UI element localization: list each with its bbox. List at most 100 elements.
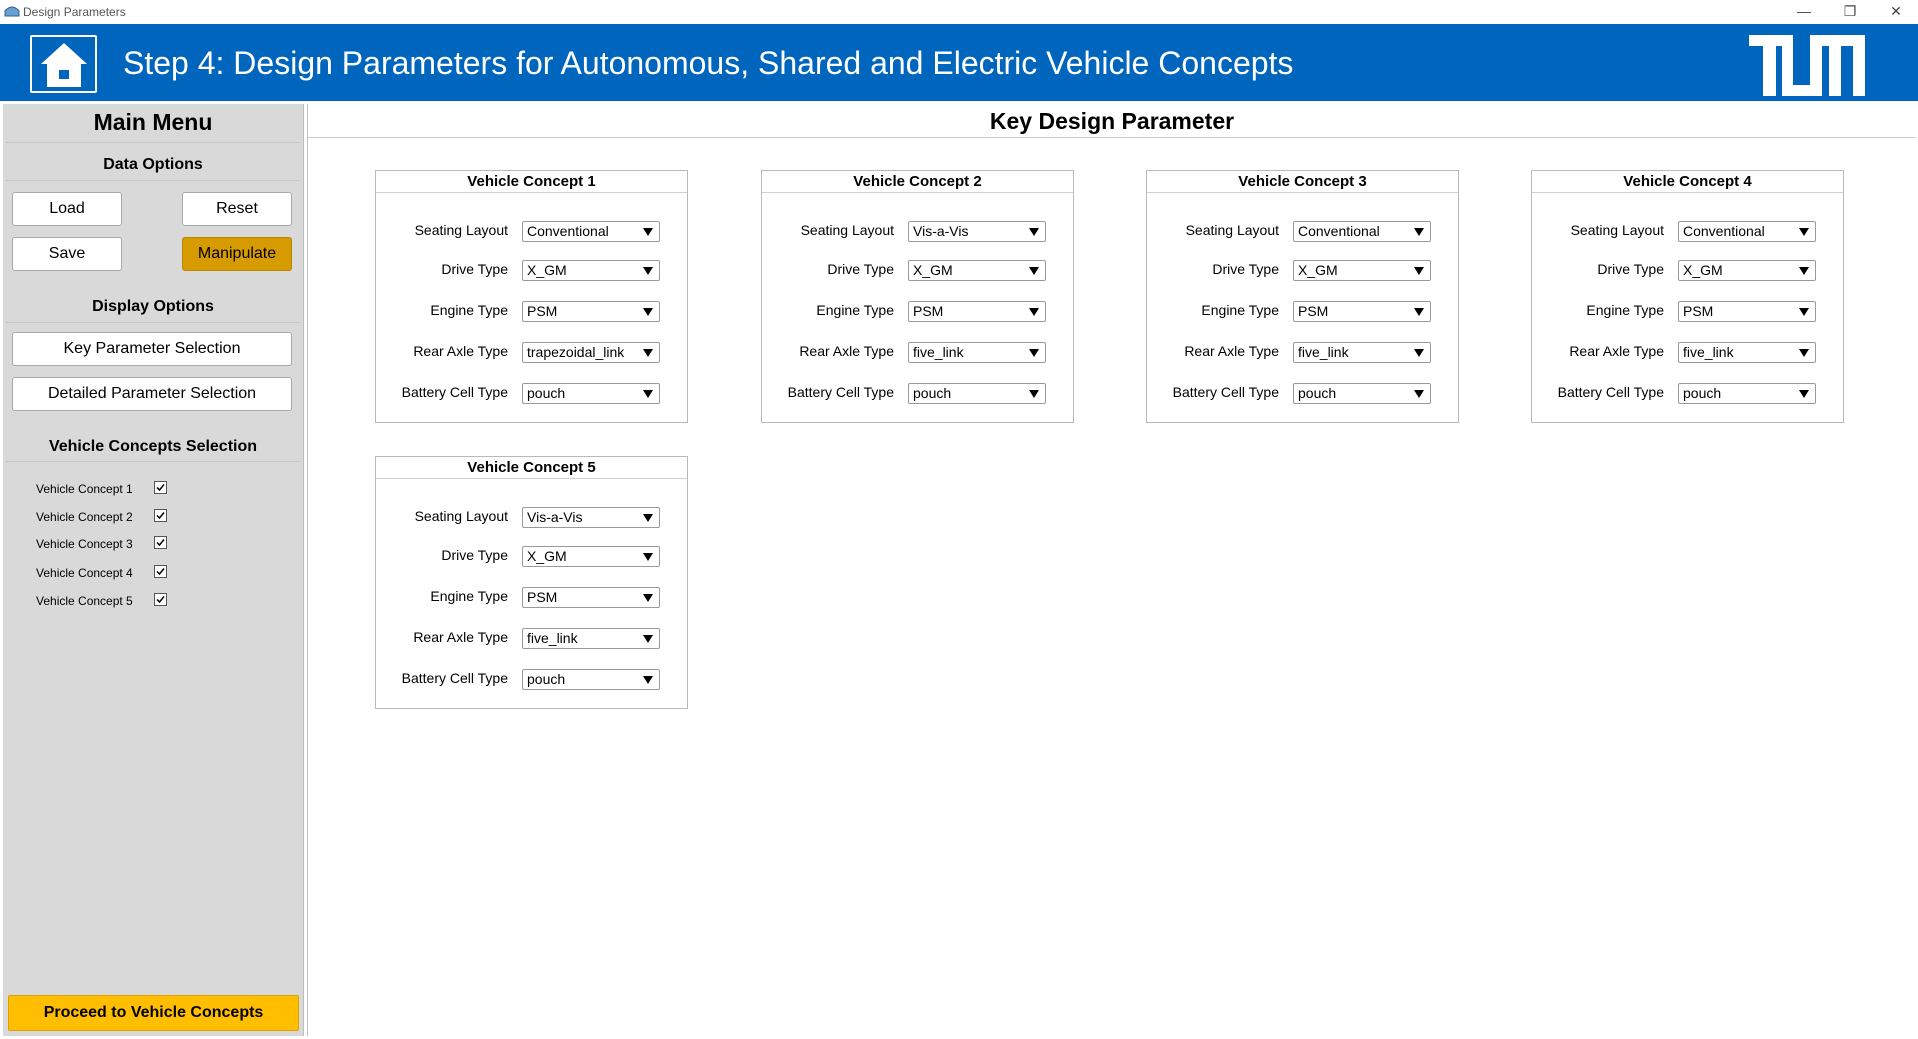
dropdown-arrow-icon [643, 308, 653, 316]
app-header: Step 4: Design Parameters for Autonomous… [0, 24, 1918, 101]
battery-cell-type-dropdown[interactable]: pouch [1678, 383, 1816, 404]
dropdown-arrow-icon [1414, 267, 1424, 275]
seating-layout-dropdown[interactable]: Vis-a-Vis [908, 221, 1046, 242]
engine-type-dropdown[interactable]: PSM [522, 587, 660, 608]
load-button[interactable]: Load [12, 192, 122, 226]
dropdown-arrow-icon [1414, 228, 1424, 236]
dropdown-value: PSM [527, 303, 558, 319]
dropdown-arrow-icon [643, 390, 653, 398]
battery-cell-type-dropdown[interactable]: pouch [522, 383, 660, 404]
dropdown-arrow-icon [643, 553, 653, 561]
key-parameter-selection-button[interactable]: Key Parameter Selection [12, 332, 292, 366]
dropdown-arrow-icon [643, 676, 653, 684]
rear-axle-type-dropdown[interactable]: five_link [1293, 342, 1431, 363]
panel-title: Vehicle Concept 5 [376, 457, 687, 479]
dropdown-value: PSM [1298, 303, 1329, 319]
vehicle-concept-panel-5: Vehicle Concept 5 Seating Layout Vis-a-V… [375, 456, 688, 709]
drive-type-dropdown[interactable]: X_GM [522, 546, 660, 567]
divider [6, 322, 300, 323]
divider [6, 180, 300, 181]
dropdown-arrow-icon [1029, 228, 1039, 236]
restore-icon[interactable]: ❐ [1828, 0, 1872, 22]
sidebar-title: Main Menu [93, 109, 213, 135]
dropdown-value: X_GM [1683, 262, 1723, 278]
reset-button[interactable]: Reset [182, 192, 292, 226]
dropdown-value: PSM [913, 303, 944, 319]
detailed-parameter-selection-button[interactable]: Detailed Parameter Selection [12, 377, 292, 411]
page-title: Step 4: Design Parameters for Autonomous… [123, 45, 1294, 81]
drive-type-label: Drive Type [827, 261, 894, 277]
app-icon [4, 6, 20, 17]
engine-type-dropdown[interactable]: PSM [1293, 301, 1431, 322]
dropdown-value: trapezoidal_link [527, 344, 625, 360]
drive-type-label: Drive Type [441, 547, 508, 563]
dropdown-arrow-icon [1799, 349, 1809, 357]
tum-logo [1749, 35, 1865, 96]
checkbox-checked-icon[interactable] [154, 536, 167, 549]
rear-axle-type-label: Rear Axle Type [413, 343, 508, 359]
dropdown-value: Conventional [1298, 223, 1380, 239]
engine-type-label: Engine Type [1586, 302, 1664, 318]
vehicle-concept-toggle-label: Vehicle Concept 3 [36, 537, 133, 551]
vehicle-concept-panel-2: Vehicle Concept 2 Seating Layout Vis-a-V… [761, 170, 1074, 423]
drive-type-dropdown[interactable]: X_GM [522, 260, 660, 281]
seating-layout-label: Seating Layout [414, 508, 508, 524]
drive-type-dropdown[interactable]: X_GM [1293, 260, 1431, 281]
display-options-heading: Display Options [92, 298, 214, 315]
rear-axle-type-dropdown[interactable]: five_link [522, 628, 660, 649]
rear-axle-type-dropdown[interactable]: trapezoidal_link [522, 342, 660, 363]
dropdown-arrow-icon [1029, 390, 1039, 398]
dropdown-value: five_link [1298, 344, 1349, 360]
battery-cell-type-dropdown[interactable]: pouch [522, 669, 660, 690]
vehicle-concept-panel-4: Vehicle Concept 4 Seating Layout Convent… [1531, 170, 1844, 423]
vehicle-concept-toggle-label: Vehicle Concept 2 [36, 510, 133, 524]
battery-cell-type-dropdown[interactable]: pouch [1293, 383, 1431, 404]
save-button[interactable]: Save [12, 237, 122, 271]
drive-type-dropdown[interactable]: X_GM [908, 260, 1046, 281]
dropdown-value: X_GM [527, 262, 567, 278]
dropdown-arrow-icon [1414, 349, 1424, 357]
home-button[interactable] [30, 35, 97, 93]
minimize-icon[interactable]: — [1782, 0, 1826, 22]
engine-type-dropdown[interactable]: PSM [908, 301, 1046, 322]
dropdown-value: Conventional [527, 223, 609, 239]
seating-layout-dropdown[interactable]: Conventional [1293, 221, 1431, 242]
battery-cell-type-dropdown[interactable]: pouch [908, 383, 1046, 404]
dropdown-value: pouch [913, 385, 952, 401]
dropdown-arrow-icon [643, 228, 653, 236]
drive-type-label: Drive Type [1212, 261, 1279, 277]
panel-title: Vehicle Concept 2 [762, 171, 1073, 193]
window-title: Design Parameters [23, 5, 126, 19]
dropdown-value: five_link [913, 344, 964, 360]
dropdown-value: pouch [1683, 385, 1722, 401]
vehicle-concept-toggle-label: Vehicle Concept 5 [36, 594, 133, 608]
checkbox-checked-icon[interactable] [154, 593, 167, 606]
seating-layout-label: Seating Layout [1570, 222, 1664, 238]
rear-axle-type-label: Rear Axle Type [799, 343, 894, 359]
close-icon[interactable]: ✕ [1874, 0, 1918, 22]
dropdown-arrow-icon [1414, 308, 1424, 316]
engine-type-dropdown[interactable]: PSM [522, 301, 660, 322]
seating-layout-dropdown[interactable]: Conventional [522, 221, 660, 242]
checkbox-checked-icon[interactable] [154, 565, 167, 578]
manipulate-button[interactable]: Manipulate [182, 237, 292, 271]
main-panel: Key Design Parameter Vehicle Concept 1 S… [307, 104, 1916, 1036]
checkbox-checked-icon[interactable] [154, 481, 167, 494]
engine-type-label: Engine Type [1201, 302, 1279, 318]
dropdown-value: X_GM [913, 262, 953, 278]
drive-type-dropdown[interactable]: X_GM [1678, 260, 1816, 281]
checkbox-checked-icon[interactable] [154, 509, 167, 522]
rear-axle-type-label: Rear Axle Type [1569, 343, 1664, 359]
rear-axle-type-dropdown[interactable]: five_link [1678, 342, 1816, 363]
dropdown-value: Vis-a-Vis [527, 509, 583, 525]
seating-layout-dropdown[interactable]: Conventional [1678, 221, 1816, 242]
seating-layout-dropdown[interactable]: Vis-a-Vis [522, 507, 660, 528]
dropdown-arrow-icon [1029, 349, 1039, 357]
window-titlebar: Design Parameters — ❐ ✕ [0, 0, 1918, 24]
engine-type-dropdown[interactable]: PSM [1678, 301, 1816, 322]
seating-layout-label: Seating Layout [1185, 222, 1279, 238]
proceed-to-vehicle-concepts-button[interactable]: Proceed to Vehicle Concepts [8, 995, 299, 1031]
dropdown-arrow-icon [1029, 308, 1039, 316]
dropdown-arrow-icon [1799, 390, 1809, 398]
rear-axle-type-dropdown[interactable]: five_link [908, 342, 1046, 363]
